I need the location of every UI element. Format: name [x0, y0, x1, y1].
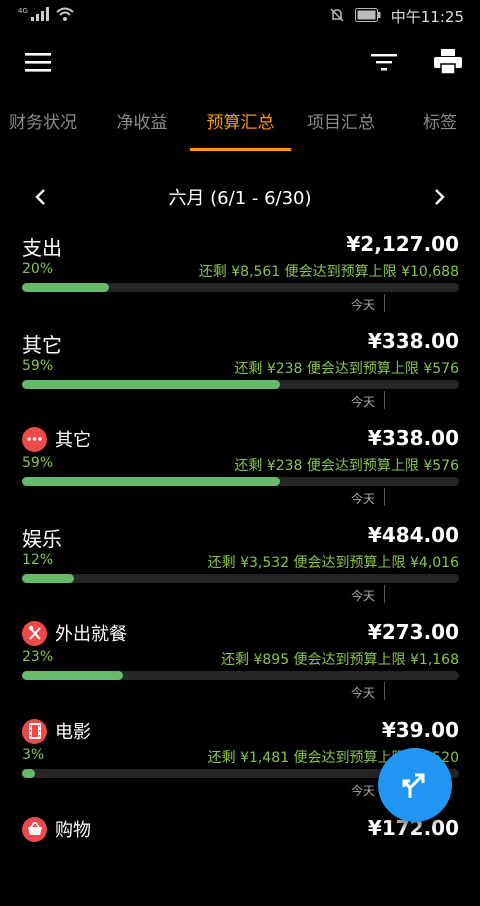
row-percent: 59%	[22, 358, 54, 374]
toolbar	[0, 34, 480, 90]
filter-icon	[371, 54, 397, 71]
wifi-icon	[56, 6, 74, 25]
row-title: 外出就餐	[55, 624, 127, 645]
row-remaining: 还剩 ¥8,561 便会达到预算上限 ¥10,688	[198, 264, 459, 280]
row-title: 其它	[22, 333, 62, 357]
tab-budget-summary[interactable]: 预算汇总	[190, 98, 291, 150]
menu-button[interactable]	[18, 44, 58, 80]
today-marker	[384, 682, 385, 700]
split-fab-button[interactable]	[378, 748, 452, 822]
row-amount: ¥338.00	[367, 426, 459, 450]
budget-row-expense[interactable]: 支出 ¥2,127.00 20% 还剩 ¥8,561 便会达到预算上限 ¥10,…	[22, 232, 459, 322]
row-title-wrap: 电影	[22, 718, 91, 744]
signal-icon	[30, 6, 49, 25]
today-label: 今天	[351, 686, 376, 700]
today-marker	[384, 391, 385, 409]
tab-financial-status[interactable]: 财务状况	[0, 98, 86, 150]
budget-row-other-group[interactable]: 其它 ¥338.00 59% 还剩 ¥238 便会达到预算上限 ¥576 今天	[22, 329, 459, 419]
row-title-wrap: 其它	[22, 426, 91, 452]
row-title: 支出	[22, 236, 62, 260]
progress-fill	[22, 380, 280, 389]
row-percent: 23%	[22, 649, 54, 665]
network-type: 4G	[18, 6, 28, 15]
row-title-wrap: 支出	[22, 232, 62, 261]
next-month-button[interactable]	[425, 182, 455, 212]
print-button[interactable]	[428, 44, 468, 80]
progress-fill	[22, 671, 123, 680]
status-bar: 4G 中午11:25	[0, 0, 480, 34]
row-percent: 20%	[22, 261, 54, 277]
month-navigator: 六月 (6/1 - 6/30)	[0, 178, 480, 216]
today-marker	[384, 488, 385, 506]
progress-track	[22, 574, 459, 583]
today-label: 今天	[351, 492, 376, 506]
row-title: 购物	[55, 820, 91, 841]
progress-track	[22, 477, 459, 486]
tab-tags[interactable]: 标签	[405, 98, 475, 150]
budget-row-other[interactable]: 其它 ¥338.00 59% 还剩 ¥238 便会达到预算上限 ¥576 今天	[22, 426, 459, 516]
mute-icon	[329, 7, 345, 27]
filter-button[interactable]	[364, 44, 404, 80]
row-remaining: 还剩 ¥895 便会达到预算上限 ¥1,168	[221, 652, 459, 668]
film-icon	[22, 718, 47, 744]
budget-row-dining-out[interactable]: 外出就餐 ¥273.00 23% 还剩 ¥895 便会达到预算上限 ¥1,168…	[22, 620, 459, 710]
progress-fill	[22, 574, 75, 583]
clock: 中午11:25	[390, 8, 464, 26]
row-amount: ¥273.00	[367, 620, 459, 644]
today-label: 今天	[351, 589, 376, 603]
tab-project-summary[interactable]: 项目汇总	[295, 98, 387, 150]
row-title: 其它	[55, 430, 91, 451]
active-tab-indicator	[190, 148, 291, 151]
split-arrow-icon	[402, 773, 425, 798]
month-label: 六月 (6/1 - 6/30)	[168, 188, 312, 209]
tab-bar: 财务状况 净收益 预算汇总 项目汇总 标签	[0, 98, 480, 150]
budget-row-shopping[interactable]: 购物 ¥172.00	[22, 816, 459, 906]
row-amount: ¥39.00	[381, 718, 459, 742]
row-title: 电影	[55, 722, 91, 743]
progress-track	[22, 380, 459, 389]
fork-knife-icon	[22, 620, 47, 646]
row-percent: 59%	[22, 455, 54, 471]
row-amount: ¥338.00	[367, 329, 459, 353]
row-title-wrap: 购物	[22, 816, 91, 842]
row-remaining: 还剩 ¥238 便会达到预算上限 ¥576	[234, 361, 459, 377]
printer-icon	[434, 49, 462, 75]
basket-icon	[22, 816, 47, 842]
today-marker	[384, 585, 385, 603]
today-label: 今天	[351, 395, 376, 409]
progress-fill	[22, 283, 110, 292]
hamburger-icon	[25, 53, 51, 72]
progress-fill	[22, 769, 36, 778]
row-remaining: 还剩 ¥3,532 便会达到预算上限 ¥4,016	[207, 555, 459, 571]
row-title-wrap: 外出就餐	[22, 620, 127, 646]
row-percent: 12%	[22, 552, 54, 568]
row-title-wrap: 娱乐	[22, 523, 62, 552]
today-label: 今天	[351, 784, 376, 798]
progress-fill	[22, 477, 280, 486]
row-percent: 3%	[22, 747, 45, 763]
today-label: 今天	[351, 298, 376, 312]
row-title: 娱乐	[22, 527, 62, 551]
progress-track	[22, 671, 459, 680]
more-dots-icon	[22, 426, 47, 452]
row-title-wrap: 其它	[22, 329, 62, 358]
row-amount: ¥484.00	[367, 523, 459, 547]
row-remaining: 还剩 ¥238 便会达到预算上限 ¥576	[234, 458, 459, 474]
battery-icon	[354, 7, 381, 26]
today-marker	[384, 294, 385, 312]
tab-net-income[interactable]: 净收益	[100, 98, 184, 150]
row-amount: ¥2,127.00	[346, 232, 459, 256]
progress-track	[22, 283, 459, 292]
budget-row-entertainment[interactable]: 娱乐 ¥484.00 12% 还剩 ¥3,532 便会达到预算上限 ¥4,016…	[22, 523, 459, 613]
chevron-right-icon	[435, 189, 445, 205]
